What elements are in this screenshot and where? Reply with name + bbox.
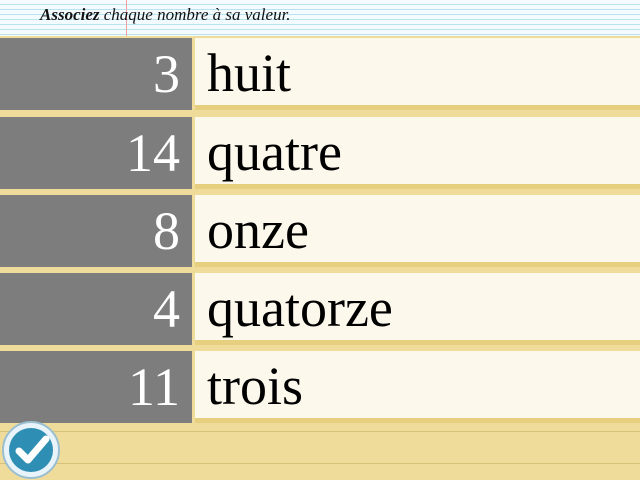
- number-cell: 8: [0, 195, 192, 267]
- tile-shadow: [195, 184, 640, 189]
- tile-shadow: [195, 418, 640, 423]
- match-row: 3 huit: [0, 38, 640, 110]
- divider: [0, 463, 640, 464]
- check-icon: [15, 435, 50, 464]
- instruction-bold: Associez: [40, 5, 100, 24]
- match-row: 8 onze: [0, 195, 640, 267]
- word-tile[interactable]: onze: [195, 195, 640, 262]
- number-cell: 14: [0, 117, 192, 189]
- word-tile[interactable]: quatorze: [195, 273, 640, 340]
- word-tile[interactable]: trois: [195, 351, 640, 418]
- tile-shadow: [195, 105, 640, 110]
- match-row: 4 quatorze: [0, 273, 640, 345]
- divider: [0, 431, 640, 432]
- number-cell: 4: [0, 273, 192, 345]
- validate-button[interactable]: [2, 421, 60, 479]
- number-cell: 11: [0, 351, 192, 423]
- word-tile[interactable]: quatre: [195, 117, 640, 184]
- instruction-text: Associez chaque nombre à sa valeur.: [40, 5, 291, 25]
- match-row: 14 quatre: [0, 117, 640, 189]
- tile-shadow: [195, 340, 640, 345]
- word-tile[interactable]: huit: [195, 38, 640, 105]
- match-row: 11 trois: [0, 351, 640, 423]
- tile-shadow: [195, 262, 640, 267]
- instruction-header: Associez chaque nombre à sa valeur.: [0, 0, 640, 36]
- number-cell: 3: [0, 38, 192, 110]
- instruction-rest: chaque nombre à sa valeur.: [99, 5, 291, 24]
